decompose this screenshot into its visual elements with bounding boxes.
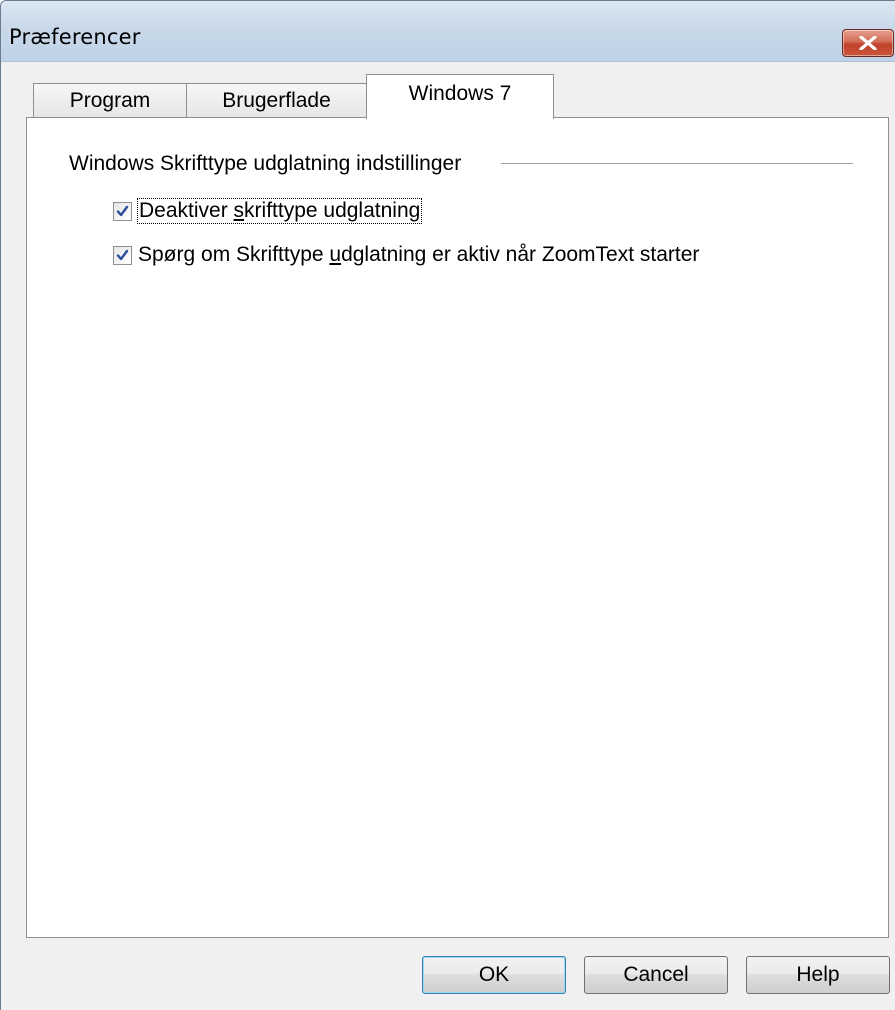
window-title: Præferencer	[9, 25, 141, 49]
tab-program[interactable]: Program	[33, 83, 187, 117]
checkmark-icon	[116, 249, 129, 260]
preferences-dialog: Præferencer Program Brugerflade Windows …	[0, 0, 895, 1010]
checkbox-label[interactable]: Spørg om Skrifttype udglatning er aktiv …	[138, 243, 699, 267]
close-button[interactable]	[842, 29, 894, 57]
ask-font-smoothing-checkbox[interactable]: Spørg om Skrifttype udglatning er aktiv …	[113, 242, 699, 268]
label-accelerator: s	[233, 199, 245, 222]
checkbox-label[interactable]: Deaktiver skrifttype udglatning	[136, 198, 423, 224]
disable-font-smoothing-checkbox[interactable]: Deaktiver skrifttype udglatning	[113, 198, 423, 224]
checkbox-box[interactable]	[113, 245, 132, 265]
title-bar[interactable]: Præferencer	[1, 1, 895, 62]
tab-panel-windows-7: Windows Skrifttype udglatning indstillin…	[26, 117, 889, 938]
tab-windows-7[interactable]: Windows 7	[366, 74, 554, 119]
cancel-button[interactable]: Cancel	[584, 956, 728, 994]
label-text-before: Deaktiver	[139, 199, 234, 222]
group-divider	[501, 163, 853, 165]
tab-brugerflade[interactable]: Brugerflade	[186, 83, 367, 117]
help-button[interactable]: Help	[746, 956, 890, 994]
label-text-before: Spørg om Skrifttype	[138, 243, 330, 266]
label-text-after: krifttype udglatning	[244, 199, 421, 222]
label-accelerator: u	[329, 243, 342, 266]
label-text-after: dglatning er aktiv når ZoomText starter	[341, 243, 700, 266]
close-icon	[859, 36, 877, 50]
group-label: Windows Skrifttype udglatning indstillin…	[69, 152, 468, 176]
checkmark-icon	[116, 205, 129, 216]
ok-button[interactable]: OK	[422, 956, 566, 994]
checkbox-box[interactable]	[113, 201, 132, 221]
